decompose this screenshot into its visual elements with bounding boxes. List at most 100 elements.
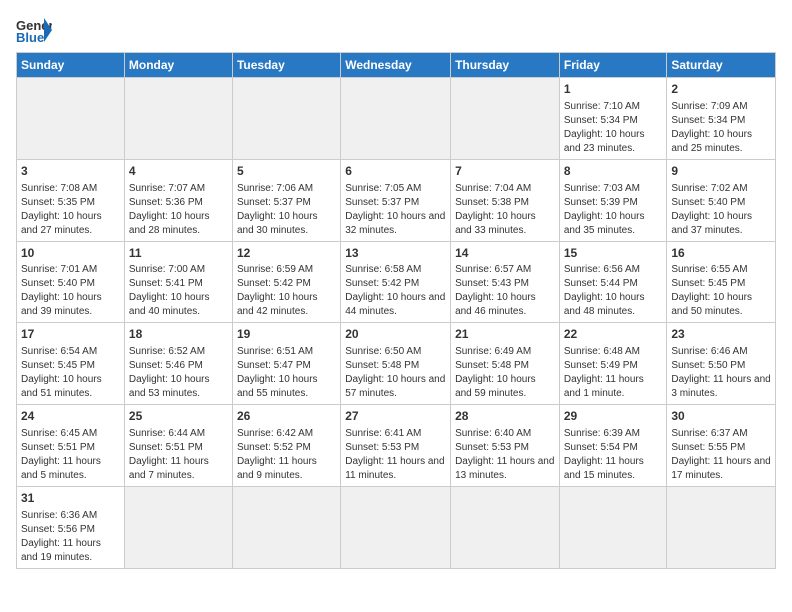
day-info: Sunrise: 6:59 AM Sunset: 5:42 PM Dayligh… xyxy=(237,263,336,319)
day-number: 30 xyxy=(671,408,771,425)
week-row-0: 1 Sunrise: 7:10 AM Sunset: 5:34 PM Daylig… xyxy=(17,78,776,160)
header-day-friday: Friday xyxy=(559,53,667,78)
calendar-cell xyxy=(124,78,232,160)
day-number: 28 xyxy=(455,408,555,425)
calendar-cell: 19 Sunrise: 6:51 AM Sunset: 5:47 PM Dayli… xyxy=(232,323,340,405)
day-number: 10 xyxy=(21,245,120,262)
logo: General Blue xyxy=(16,16,52,44)
calendar-cell: 11Sunrise: 7:00 AM Sunset: 5:41 PM Dayli… xyxy=(124,241,232,323)
calendar-cell xyxy=(451,78,560,160)
day-number: 13 xyxy=(345,245,446,262)
calendar-cell: 10Sunrise: 7:01 AM Sunset: 5:40 PM Dayli… xyxy=(17,241,125,323)
day-number: 18 xyxy=(129,326,228,343)
day-info: Sunrise: 7:05 AM Sunset: 5:37 PM Dayligh… xyxy=(345,182,446,238)
day-number: 4 xyxy=(129,163,228,180)
calendar-cell xyxy=(232,78,340,160)
calendar-cell: 24 Sunrise: 6:45 AM Sunset: 5:51 PM Dayli… xyxy=(17,405,125,487)
day-number: 24 xyxy=(21,408,120,425)
day-info: Sunrise: 6:57 AM Sunset: 5:43 PM Dayligh… xyxy=(455,263,555,319)
calendar-cell: 13Sunrise: 6:58 AM Sunset: 5:42 PM Dayli… xyxy=(341,241,451,323)
day-info: Sunrise: 7:09 AM Sunset: 5:34 PM Dayligh… xyxy=(671,100,771,156)
day-number: 22 xyxy=(564,326,663,343)
header-row: SundayMondayTuesdayWednesdayThursdayFrid… xyxy=(17,53,776,78)
calendar-cell: 6Sunrise: 7:05 AM Sunset: 5:37 PM Daylig… xyxy=(341,159,451,241)
week-row-3: 17 Sunrise: 6:54 AM Sunset: 5:45 PM Dayli… xyxy=(17,323,776,405)
day-number: 8 xyxy=(564,163,663,180)
calendar-cell: 2 Sunrise: 7:09 AM Sunset: 5:34 PM Daylig… xyxy=(667,78,776,160)
day-number: 1 xyxy=(564,81,663,98)
day-info: Sunrise: 6:45 AM Sunset: 5:51 PM Dayligh… xyxy=(21,427,120,483)
day-number: 21 xyxy=(455,326,555,343)
day-number: 27 xyxy=(345,408,446,425)
calendar-cell: 9Sunrise: 7:02 AM Sunset: 5:40 PM Daylig… xyxy=(667,159,776,241)
day-number: 7 xyxy=(455,163,555,180)
day-info: Sunrise: 6:44 AM Sunset: 5:51 PM Dayligh… xyxy=(129,427,228,483)
calendar-cell: 21 Sunrise: 6:49 AM Sunset: 5:48 PM Dayli… xyxy=(451,323,560,405)
header-day-sunday: Sunday xyxy=(17,53,125,78)
day-info: Sunrise: 6:50 AM Sunset: 5:48 PM Dayligh… xyxy=(345,345,446,401)
day-number: 16 xyxy=(671,245,771,262)
calendar-cell: 28 Sunrise: 6:40 AM Sunset: 5:53 PM Dayli… xyxy=(451,405,560,487)
week-row-1: 3Sunrise: 7:08 AM Sunset: 5:35 PM Daylig… xyxy=(17,159,776,241)
calendar-cell: 17 Sunrise: 6:54 AM Sunset: 5:45 PM Dayli… xyxy=(17,323,125,405)
calendar-cell: 27 Sunrise: 6:41 AM Sunset: 5:53 PM Dayli… xyxy=(341,405,451,487)
calendar-table: SundayMondayTuesdayWednesdayThursdayFrid… xyxy=(16,52,776,569)
day-number: 20 xyxy=(345,326,446,343)
calendar-cell xyxy=(451,486,560,568)
day-info: Sunrise: 6:51 AM Sunset: 5:47 PM Dayligh… xyxy=(237,345,336,401)
day-number: 14 xyxy=(455,245,555,262)
calendar-cell: 5 Sunrise: 7:06 AM Sunset: 5:37 PM Daylig… xyxy=(232,159,340,241)
header-day-wednesday: Wednesday xyxy=(341,53,451,78)
day-info: Sunrise: 7:01 AM Sunset: 5:40 PM Dayligh… xyxy=(21,263,120,319)
calendar-cell xyxy=(341,78,451,160)
day-number: 2 xyxy=(671,81,771,98)
calendar-cell: 15Sunrise: 6:56 AM Sunset: 5:44 PM Dayli… xyxy=(559,241,667,323)
svg-text:Blue: Blue xyxy=(16,30,44,44)
day-info: Sunrise: 6:54 AM Sunset: 5:45 PM Dayligh… xyxy=(21,345,120,401)
day-info: Sunrise: 7:10 AM Sunset: 5:34 PM Dayligh… xyxy=(564,100,663,156)
day-info: Sunrise: 6:48 AM Sunset: 5:49 PM Dayligh… xyxy=(564,345,663,401)
calendar-header: SundayMondayTuesdayWednesdayThursdayFrid… xyxy=(17,53,776,78)
day-number: 3 xyxy=(21,163,120,180)
calendar-cell: 14Sunrise: 6:57 AM Sunset: 5:43 PM Dayli… xyxy=(451,241,560,323)
calendar-cell xyxy=(17,78,125,160)
calendar-cell xyxy=(667,486,776,568)
calendar-cell: 25Sunrise: 6:44 AM Sunset: 5:51 PM Dayli… xyxy=(124,405,232,487)
day-number: 29 xyxy=(564,408,663,425)
day-info: Sunrise: 6:42 AM Sunset: 5:52 PM Dayligh… xyxy=(237,427,336,483)
day-info: Sunrise: 6:49 AM Sunset: 5:48 PM Dayligh… xyxy=(455,345,555,401)
calendar-cell: 3Sunrise: 7:08 AM Sunset: 5:35 PM Daylig… xyxy=(17,159,125,241)
day-info: Sunrise: 6:56 AM Sunset: 5:44 PM Dayligh… xyxy=(564,263,663,319)
day-number: 5 xyxy=(237,163,336,180)
day-number: 23 xyxy=(671,326,771,343)
day-info: Sunrise: 6:39 AM Sunset: 5:54 PM Dayligh… xyxy=(564,427,663,483)
calendar-cell: 23Sunrise: 6:46 AM Sunset: 5:50 PM Dayli… xyxy=(667,323,776,405)
week-row-4: 24 Sunrise: 6:45 AM Sunset: 5:51 PM Dayli… xyxy=(17,405,776,487)
day-info: Sunrise: 7:02 AM Sunset: 5:40 PM Dayligh… xyxy=(671,182,771,238)
header-day-saturday: Saturday xyxy=(667,53,776,78)
page-header: General Blue xyxy=(16,16,776,44)
day-number: 12 xyxy=(237,245,336,262)
calendar-cell xyxy=(232,486,340,568)
day-info: Sunrise: 6:40 AM Sunset: 5:53 PM Dayligh… xyxy=(455,427,555,483)
week-row-2: 10Sunrise: 7:01 AM Sunset: 5:40 PM Dayli… xyxy=(17,241,776,323)
calendar-cell: 30Sunrise: 6:37 AM Sunset: 5:55 PM Dayli… xyxy=(667,405,776,487)
calendar-cell: 12Sunrise: 6:59 AM Sunset: 5:42 PM Dayli… xyxy=(232,241,340,323)
calendar-cell xyxy=(559,486,667,568)
calendar-cell xyxy=(341,486,451,568)
day-number: 19 xyxy=(237,326,336,343)
day-number: 26 xyxy=(237,408,336,425)
day-info: Sunrise: 7:00 AM Sunset: 5:41 PM Dayligh… xyxy=(129,263,228,319)
day-info: Sunrise: 7:06 AM Sunset: 5:37 PM Dayligh… xyxy=(237,182,336,238)
week-row-5: 31Sunrise: 6:36 AM Sunset: 5:56 PM Dayli… xyxy=(17,486,776,568)
day-number: 17 xyxy=(21,326,120,343)
calendar-cell: 22 Sunrise: 6:48 AM Sunset: 5:49 PM Dayli… xyxy=(559,323,667,405)
calendar-cell: 26 Sunrise: 6:42 AM Sunset: 5:52 PM Dayli… xyxy=(232,405,340,487)
calendar-cell: 4Sunrise: 7:07 AM Sunset: 5:36 PM Daylig… xyxy=(124,159,232,241)
calendar-cell: 1 Sunrise: 7:10 AM Sunset: 5:34 PM Daylig… xyxy=(559,78,667,160)
calendar-cell: 7Sunrise: 7:04 AM Sunset: 5:38 PM Daylig… xyxy=(451,159,560,241)
day-number: 31 xyxy=(21,490,120,507)
day-info: Sunrise: 7:03 AM Sunset: 5:39 PM Dayligh… xyxy=(564,182,663,238)
day-info: Sunrise: 6:41 AM Sunset: 5:53 PM Dayligh… xyxy=(345,427,446,483)
calendar-cell: 29 Sunrise: 6:39 AM Sunset: 5:54 PM Dayli… xyxy=(559,405,667,487)
